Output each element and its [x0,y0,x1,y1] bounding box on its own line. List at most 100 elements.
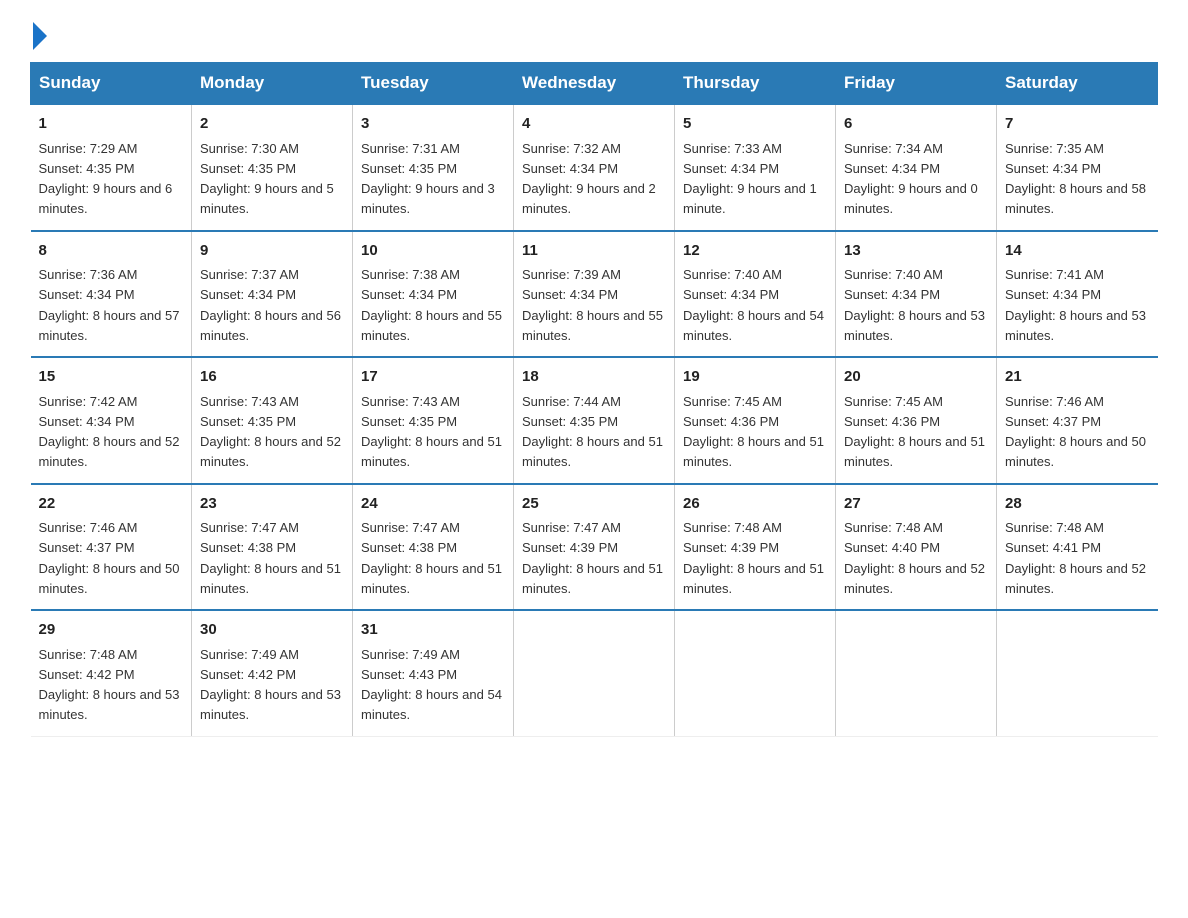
day-info: Sunrise: 7:47 AMSunset: 4:38 PMDaylight:… [200,520,341,596]
calendar-cell [997,610,1158,736]
day-number: 30 [200,619,344,642]
day-number: 28 [1005,493,1150,516]
day-number: 2 [200,113,344,136]
weekday-header-tuesday: Tuesday [353,63,514,105]
day-info: Sunrise: 7:48 AMSunset: 4:42 PMDaylight:… [39,647,180,723]
day-info: Sunrise: 7:34 AMSunset: 4:34 PMDaylight:… [844,141,978,217]
calendar-cell: 4 Sunrise: 7:32 AMSunset: 4:34 PMDaylight… [514,104,675,231]
weekday-header-thursday: Thursday [675,63,836,105]
calendar-cell: 11Sunrise: 7:39 AMSunset: 4:34 PMDayligh… [514,231,675,358]
day-info: Sunrise: 7:47 AMSunset: 4:38 PMDaylight:… [361,520,502,596]
calendar-cell: 22 Sunrise: 7:46 AMSunset: 4:37 PMDayligh… [31,484,192,611]
weekday-header-wednesday: Wednesday [514,63,675,105]
calendar-table: SundayMondayTuesdayWednesdayThursdayFrid… [30,62,1158,737]
day-info: Sunrise: 7:49 AMSunset: 4:43 PMDaylight:… [361,647,502,723]
day-info: Sunrise: 7:44 AMSunset: 4:35 PMDaylight:… [522,394,663,470]
day-info: Sunrise: 7:43 AMSunset: 4:35 PMDaylight:… [361,394,502,470]
day-info: Sunrise: 7:45 AMSunset: 4:36 PMDaylight:… [683,394,824,470]
day-number: 8 [39,240,184,263]
calendar-week-row: 22 Sunrise: 7:46 AMSunset: 4:37 PMDayligh… [31,484,1158,611]
calendar-cell: 9 Sunrise: 7:37 AMSunset: 4:34 PMDaylight… [192,231,353,358]
day-number: 12 [683,240,827,263]
day-number: 4 [522,113,666,136]
day-number: 20 [844,366,988,389]
day-number: 15 [39,366,184,389]
day-number: 1 [39,113,184,136]
calendar-cell: 30 Sunrise: 7:49 AMSunset: 4:42 PMDayligh… [192,610,353,736]
day-number: 29 [39,619,184,642]
day-number: 3 [361,113,505,136]
calendar-cell: 13 Sunrise: 7:40 AMSunset: 4:34 PMDayligh… [836,231,997,358]
day-info: Sunrise: 7:42 AMSunset: 4:34 PMDaylight:… [39,394,180,470]
calendar-cell: 14 Sunrise: 7:41 AMSunset: 4:34 PMDayligh… [997,231,1158,358]
day-info: Sunrise: 7:46 AMSunset: 4:37 PMDaylight:… [1005,394,1146,470]
day-info: Sunrise: 7:48 AMSunset: 4:41 PMDaylight:… [1005,520,1146,596]
page-header [30,20,1158,44]
day-info: Sunrise: 7:47 AMSunset: 4:39 PMDaylight:… [522,520,663,596]
calendar-cell: 29 Sunrise: 7:48 AMSunset: 4:42 PMDayligh… [31,610,192,736]
day-info: Sunrise: 7:30 AMSunset: 4:35 PMDaylight:… [200,141,334,217]
calendar-cell: 18 Sunrise: 7:44 AMSunset: 4:35 PMDayligh… [514,357,675,484]
day-number: 13 [844,240,988,263]
calendar-cell: 7Sunrise: 7:35 AMSunset: 4:34 PMDaylight… [997,104,1158,231]
day-number: 6 [844,113,988,136]
day-number: 14 [1005,240,1150,263]
calendar-cell: 12 Sunrise: 7:40 AMSunset: 4:34 PMDayligh… [675,231,836,358]
day-number: 25 [522,493,666,516]
day-info: Sunrise: 7:40 AMSunset: 4:34 PMDaylight:… [683,267,824,343]
day-number: 26 [683,493,827,516]
day-number: 18 [522,366,666,389]
day-number: 27 [844,493,988,516]
calendar-cell [675,610,836,736]
calendar-cell: 15 Sunrise: 7:42 AMSunset: 4:34 PMDayligh… [31,357,192,484]
calendar-cell: 28 Sunrise: 7:48 AMSunset: 4:41 PMDayligh… [997,484,1158,611]
calendar-cell [836,610,997,736]
calendar-week-row: 1 Sunrise: 7:29 AMSunset: 4:35 PMDaylight… [31,104,1158,231]
day-number: 24 [361,493,505,516]
day-info: Sunrise: 7:41 AMSunset: 4:34 PMDaylight:… [1005,267,1146,343]
day-info: Sunrise: 7:36 AMSunset: 4:34 PMDaylight:… [39,267,180,343]
day-info: Sunrise: 7:48 AMSunset: 4:40 PMDaylight:… [844,520,985,596]
weekday-header-sunday: Sunday [31,63,192,105]
day-number: 10 [361,240,505,263]
calendar-cell: 16 Sunrise: 7:43 AMSunset: 4:35 PMDayligh… [192,357,353,484]
logo-triangle-icon [33,22,47,50]
calendar-cell: 1 Sunrise: 7:29 AMSunset: 4:35 PMDaylight… [31,104,192,231]
weekday-header-saturday: Saturday [997,63,1158,105]
calendar-cell: 17Sunrise: 7:43 AMSunset: 4:35 PMDayligh… [353,357,514,484]
day-info: Sunrise: 7:32 AMSunset: 4:34 PMDaylight:… [522,141,656,217]
calendar-cell: 25 Sunrise: 7:47 AMSunset: 4:39 PMDayligh… [514,484,675,611]
calendar-week-row: 8 Sunrise: 7:36 AMSunset: 4:34 PMDaylight… [31,231,1158,358]
calendar-cell: 20 Sunrise: 7:45 AMSunset: 4:36 PMDayligh… [836,357,997,484]
day-number: 7 [1005,113,1150,136]
calendar-cell: 27 Sunrise: 7:48 AMSunset: 4:40 PMDayligh… [836,484,997,611]
day-info: Sunrise: 7:46 AMSunset: 4:37 PMDaylight:… [39,520,180,596]
calendar-cell: 31 Sunrise: 7:49 AMSunset: 4:43 PMDayligh… [353,610,514,736]
day-number: 11 [522,240,666,263]
day-info: Sunrise: 7:49 AMSunset: 4:42 PMDaylight:… [200,647,341,723]
day-number: 19 [683,366,827,389]
day-number: 31 [361,619,505,642]
day-number: 9 [200,240,344,263]
calendar-cell: 21 Sunrise: 7:46 AMSunset: 4:37 PMDayligh… [997,357,1158,484]
calendar-cell: 19 Sunrise: 7:45 AMSunset: 4:36 PMDayligh… [675,357,836,484]
day-number: 23 [200,493,344,516]
day-number: 16 [200,366,344,389]
calendar-cell: 2 Sunrise: 7:30 AMSunset: 4:35 PMDaylight… [192,104,353,231]
logo [30,20,47,44]
calendar-cell: 8 Sunrise: 7:36 AMSunset: 4:34 PMDaylight… [31,231,192,358]
calendar-cell: 26Sunrise: 7:48 AMSunset: 4:39 PMDayligh… [675,484,836,611]
calendar-week-row: 15 Sunrise: 7:42 AMSunset: 4:34 PMDayligh… [31,357,1158,484]
day-number: 22 [39,493,184,516]
calendar-cell [514,610,675,736]
day-info: Sunrise: 7:29 AMSunset: 4:35 PMDaylight:… [39,141,173,217]
day-info: Sunrise: 7:43 AMSunset: 4:35 PMDaylight:… [200,394,341,470]
day-info: Sunrise: 7:33 AMSunset: 4:34 PMDaylight:… [683,141,817,217]
day-info: Sunrise: 7:37 AMSunset: 4:34 PMDaylight:… [200,267,341,343]
day-info: Sunrise: 7:31 AMSunset: 4:35 PMDaylight:… [361,141,495,217]
day-info: Sunrise: 7:38 AMSunset: 4:34 PMDaylight:… [361,267,502,343]
day-number: 21 [1005,366,1150,389]
weekday-header-row: SundayMondayTuesdayWednesdayThursdayFrid… [31,63,1158,105]
day-info: Sunrise: 7:45 AMSunset: 4:36 PMDaylight:… [844,394,985,470]
day-info: Sunrise: 7:40 AMSunset: 4:34 PMDaylight:… [844,267,985,343]
